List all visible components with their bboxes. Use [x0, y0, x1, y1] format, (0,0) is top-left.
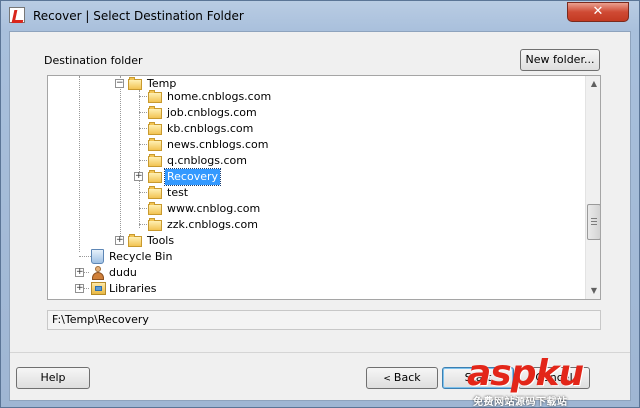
scroll-grip [591, 218, 597, 219]
tree-item-tools[interactable]: + Tools [48, 233, 578, 249]
expand-toggle[interactable]: + [75, 284, 84, 293]
tree-item-zzk-cnblogs[interactable]: zzk.cnblogs.com [48, 217, 578, 233]
expand-toggle[interactable]: + [115, 236, 124, 245]
tree-item-label-selected: Recovery [163, 168, 222, 186]
expand-toggle[interactable]: + [134, 172, 143, 181]
tree-item-recycle-bin[interactable]: Recycle Bin [48, 249, 578, 265]
tree-item-label: test [167, 186, 189, 199]
dialog-window: Recover | Select Destination Folder ✕ De… [0, 0, 640, 408]
app-icon [9, 7, 25, 23]
tree-item-news-cnblogs[interactable]: news.cnblogs.com [48, 137, 578, 153]
recycle-bin-icon [91, 249, 104, 264]
folder-icon [148, 106, 162, 119]
tree-item-label: Recycle Bin [109, 250, 173, 263]
window-title: Recover | Select Destination Folder [33, 9, 244, 23]
scroll-thumb[interactable] [587, 204, 600, 240]
back-button-label: Back [393, 371, 421, 384]
expand-toggle[interactable]: + [75, 268, 84, 277]
scroll-up-arrow-icon[interactable]: ▲ [586, 76, 600, 92]
back-button[interactable]: < Back [366, 367, 438, 389]
tree-item-kb-cnblogs[interactable]: kb.cnblogs.com [48, 121, 578, 137]
close-button[interactable]: ✕ [567, 2, 629, 22]
tree-item-label: dudu [109, 266, 137, 279]
folder-icon [128, 234, 142, 247]
watermark-ku: ku [535, 353, 585, 394]
folder-icon [148, 122, 162, 135]
watermark-asp: asp [467, 353, 536, 394]
tree-item-q-cnblogs[interactable]: q.cnblogs.com [48, 153, 578, 169]
tree-item-home-cnblogs[interactable]: home.cnblogs.com [48, 89, 578, 105]
libraries-icon [91, 282, 106, 295]
folder-icon [148, 170, 162, 183]
tree-vertical-scrollbar[interactable]: ▲ ▼ [585, 76, 600, 299]
folder-icon [148, 90, 162, 103]
tree-item-recovery[interactable]: + Recovery [48, 168, 578, 186]
tree-item-test[interactable]: test [48, 185, 578, 201]
watermark-logo: aspku 免费网站源码下载站 [467, 353, 637, 408]
tree-item-label: Tools [147, 234, 175, 247]
tree-item-libraries[interactable]: + Libraries [48, 281, 578, 297]
folder-tree[interactable]: − Temp home.cnblogs.com job.cnblogs.com … [47, 75, 601, 300]
destination-folder-label: Destination folder [44, 54, 143, 67]
tree-item-dudu[interactable]: + dudu [48, 265, 578, 281]
title-bar[interactable]: Recover | Select Destination Folder ✕ [1, 1, 639, 31]
tree-item-www-cnblog[interactable]: www.cnblog.com [48, 201, 578, 217]
tree-item-label: Libraries [109, 282, 157, 295]
folder-icon [148, 202, 162, 215]
folder-icon [148, 186, 162, 199]
tree-item-label: home.cnblogs.com [167, 90, 272, 103]
back-arrow-icon: < [383, 374, 391, 384]
dialog-client-area: Destination folder New folder... − Temp [9, 31, 631, 401]
tree-item-label: job.cnblogs.com [167, 106, 257, 119]
tree-item-label: kb.cnblogs.com [167, 122, 254, 135]
watermark-subtitle: 免费网站源码下载站 [473, 397, 568, 408]
tree-item-job-cnblogs[interactable]: job.cnblogs.com [48, 105, 578, 121]
folder-icon [148, 138, 162, 151]
tree-item-label: zzk.cnblogs.com [167, 218, 258, 231]
scroll-grip [591, 221, 597, 222]
help-button[interactable]: Help [16, 367, 90, 389]
folder-icon [148, 218, 162, 231]
tree-item-label: news.cnblogs.com [167, 138, 269, 151]
collapse-toggle[interactable]: − [115, 79, 124, 88]
folder-icon [148, 154, 162, 167]
selected-path-field: F:\Temp\Recovery [47, 310, 601, 330]
new-folder-button[interactable]: New folder... [520, 49, 600, 71]
watermark-text: aspku [467, 353, 585, 394]
scroll-grip [591, 224, 597, 225]
scroll-down-arrow-icon[interactable]: ▼ [586, 283, 600, 299]
tree-item-label: www.cnblog.com [167, 202, 261, 215]
tree-item-label: q.cnblogs.com [167, 154, 247, 167]
user-folder-icon [91, 266, 105, 280]
